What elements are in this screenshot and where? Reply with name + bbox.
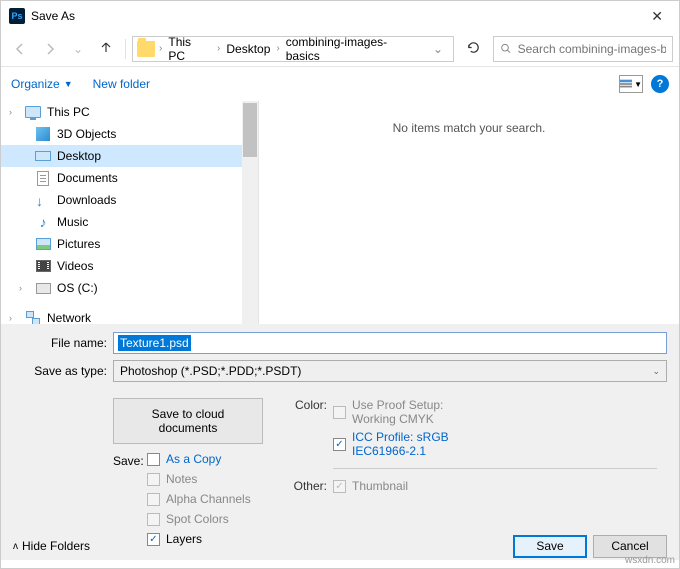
tree-label: This PC (47, 105, 90, 119)
file-list-pane[interactable]: No items match your search. (259, 101, 679, 324)
document-icon (35, 170, 51, 186)
pc-icon (25, 104, 41, 120)
save-form: File name: Texture1.psd Save as type: Ph… (1, 324, 679, 560)
app-icon: Ps (9, 8, 25, 24)
tree-this-pc[interactable]: › This PC (1, 101, 258, 123)
tree-label: Music (57, 215, 88, 229)
chevron-down-icon: ⌄ (652, 366, 660, 377)
up-button[interactable] (93, 36, 119, 61)
music-icon: ♪ (35, 214, 51, 230)
back-button[interactable] (7, 38, 33, 60)
tree-label: 3D Objects (57, 127, 116, 141)
checkbox-icon[interactable] (147, 453, 160, 466)
forward-button[interactable] (37, 38, 63, 60)
tree-os-drive[interactable]: › OS (C:) (1, 277, 258, 299)
chevron-up-icon: ʌ (13, 541, 18, 552)
file-name-value: Texture1.psd (118, 335, 191, 351)
tree-label: Pictures (57, 237, 100, 251)
footer: ʌ Hide Folders Save Cancel (1, 530, 679, 562)
chevron-right-icon: › (9, 313, 19, 323)
tree-label: Network (47, 311, 91, 324)
tree-desktop[interactable]: Desktop (1, 145, 258, 167)
chevron-right-icon: › (276, 43, 279, 54)
new-folder-button[interactable]: New folder (93, 77, 150, 91)
organize-menu[interactable]: Organize ▼ (11, 77, 73, 91)
tree-3d-objects[interactable]: 3D Objects (1, 123, 258, 145)
checkbox-icon (333, 406, 346, 419)
tree-music[interactable]: ♪ Music (1, 211, 258, 233)
refresh-button[interactable] (458, 36, 489, 62)
download-icon (35, 192, 51, 208)
tree-downloads[interactable]: Downloads (1, 189, 258, 211)
check-alpha-channels: Alpha Channels (147, 492, 251, 506)
close-button[interactable]: ✕ (643, 4, 671, 29)
cube-icon (35, 126, 51, 142)
file-name-label: File name: (13, 336, 113, 350)
hide-folders-button[interactable]: ʌ Hide Folders (13, 539, 90, 553)
disk-icon (35, 280, 51, 296)
tree-label: Documents (57, 171, 118, 185)
crumb-folder[interactable]: combining-images-basics (282, 33, 425, 65)
tree-documents[interactable]: Documents (1, 167, 258, 189)
check-notes: Notes (147, 472, 251, 486)
nav-bar: ⌄ › This PC › Desktop › combining-images… (1, 31, 679, 67)
toolbar: Organize ▼ New folder ▼ ? (1, 67, 679, 101)
chevron-right-icon: › (159, 43, 162, 54)
tree-label: Downloads (57, 193, 116, 207)
tree-network[interactable]: › Network (1, 307, 258, 324)
other-label: Other: (283, 479, 327, 493)
empty-message: No items match your search. (393, 121, 546, 135)
chevron-right-icon: › (19, 283, 29, 293)
folder-icon (137, 41, 155, 57)
scrollbar[interactable] (242, 101, 258, 324)
checkbox-icon (147, 473, 160, 486)
save-type-value: Photoshop (*.PSD;*.PDD;*.PSDT) (120, 364, 301, 378)
search-field[interactable] (518, 42, 666, 56)
breadcrumb-dropdown[interactable]: ⌄ (427, 42, 449, 56)
check-as-a-copy[interactable]: As a Copy (147, 452, 251, 466)
watermark: wsxdn.com (625, 555, 675, 566)
chevron-right-icon: › (9, 107, 19, 117)
divider (333, 468, 657, 469)
tree-pictures[interactable]: Pictures (1, 233, 258, 255)
help-button[interactable]: ? (651, 75, 669, 93)
search-icon (500, 42, 512, 55)
network-icon (25, 310, 41, 324)
checkbox-icon: ✓ (333, 480, 346, 493)
window-title: Save As (31, 9, 75, 23)
check-thumbnail: ✓ Thumbnail (333, 479, 408, 493)
tree-label: Videos (57, 259, 93, 273)
save-to-cloud-button[interactable]: Save to cloud documents (113, 398, 263, 444)
crumb-desktop[interactable]: Desktop (222, 40, 274, 58)
folder-tree: › This PC 3D Objects Desktop Documents D… (1, 101, 259, 324)
video-icon (35, 258, 51, 274)
check-icc-profile[interactable]: ✓ ICC Profile: sRGB IEC61966-2.1 (333, 430, 449, 458)
file-name-input[interactable]: Texture1.psd (113, 332, 667, 354)
checkbox-icon (147, 493, 160, 506)
title-bar: Ps Save As ✕ (1, 1, 679, 31)
recent-dropdown[interactable]: ⌄ (67, 38, 89, 60)
save-button[interactable]: Save (513, 535, 587, 558)
tree-videos[interactable]: Videos (1, 255, 258, 277)
tree-label: Desktop (57, 149, 101, 163)
breadcrumb[interactable]: › This PC › Desktop › combining-images-b… (132, 36, 454, 62)
checkbox-icon[interactable]: ✓ (333, 438, 346, 451)
check-proof-setup: Use Proof Setup: Working CMYK (333, 398, 449, 426)
checkbox-icon (147, 513, 160, 526)
tree-label: OS (C:) (57, 281, 98, 295)
check-spot-colors: Spot Colors (147, 512, 251, 526)
view-options-button[interactable]: ▼ (619, 75, 643, 93)
search-input[interactable] (493, 36, 673, 62)
save-type-label: Save as type: (13, 364, 113, 378)
crumb-this-pc[interactable]: This PC (164, 33, 215, 65)
picture-icon (35, 236, 51, 252)
color-label: Color: (283, 398, 327, 458)
save-type-select[interactable]: Photoshop (*.PSD;*.PDD;*.PSDT) ⌄ (113, 360, 667, 382)
desktop-icon (35, 148, 51, 164)
chevron-right-icon: › (217, 43, 220, 54)
